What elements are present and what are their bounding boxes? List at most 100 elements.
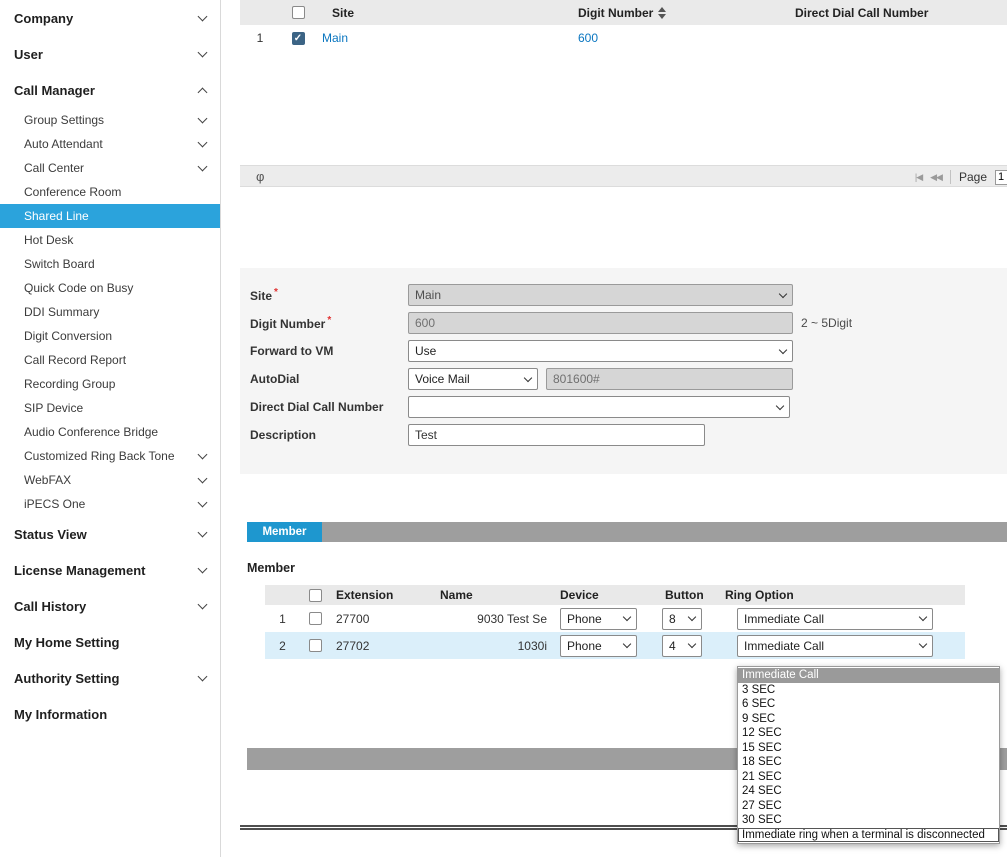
column-header-button: Button [665, 588, 704, 602]
chevron-down-icon [197, 473, 208, 483]
chevron-down-icon [622, 639, 632, 649]
dropdown-option[interactable]: 6 SEC [738, 697, 999, 712]
first-page-icon[interactable]: |◀ [915, 172, 923, 183]
sidebar-item-ipecs-one[interactable]: iPECS One [0, 492, 220, 516]
pager-divider [949, 170, 951, 184]
device-select[interactable]: Phone [560, 634, 637, 657]
sidebar-item-license-management[interactable]: License Management [0, 552, 220, 588]
sidebar-item-quick-code-on-busy[interactable]: Quick Code on Busy [0, 276, 220, 300]
chevron-down-icon [687, 639, 697, 649]
sidebar-item-call-center[interactable]: Call Center [0, 156, 220, 180]
autodial-mode-select[interactable]: Voice Mail [408, 368, 538, 390]
sidebar-item-auto-attendant[interactable]: Auto Attendant [0, 132, 220, 156]
site-select: Main [408, 284, 793, 306]
member-row-checkbox[interactable] [308, 639, 322, 652]
form-row-direct-dial: Direct Dial Call Number [250, 393, 1007, 421]
sidebar-item-my-information[interactable]: My Information [0, 696, 220, 732]
sidebar-item-authority-setting[interactable]: Authority Setting [0, 660, 220, 696]
row-index: 1 [256, 31, 264, 45]
direct-dial-select[interactable] [408, 396, 790, 418]
description-label: Description [250, 428, 317, 442]
sidebar-item-my-home-setting[interactable]: My Home Setting [0, 624, 220, 660]
sidebar-item-company[interactable]: Company [0, 0, 220, 36]
chevron-down-icon [197, 449, 208, 459]
chevron-down-icon [197, 113, 208, 123]
sidebar-item-status-view[interactable]: Status View [0, 516, 220, 552]
dropdown-option[interactable]: 27 SEC [738, 799, 999, 814]
refresh-icon[interactable]: φ [256, 169, 264, 184]
dropdown-option[interactable]: 3 SEC [738, 683, 999, 698]
column-header-direct-dial: Direct Dial Call Number [795, 5, 929, 20]
chevron-down-icon [197, 527, 208, 537]
button-select[interactable]: 8 [662, 607, 702, 630]
dropdown-option[interactable]: 15 SEC [738, 741, 999, 756]
form-row-forward-to-vm: Forward to VM Use [250, 337, 1007, 365]
digit-number-input [408, 312, 793, 334]
device-select[interactable]: Phone [560, 607, 637, 630]
row-checkbox[interactable] [291, 31, 305, 45]
ring-option-select[interactable]: Immediate Call [737, 607, 933, 630]
sort-icon[interactable] [658, 6, 667, 19]
sidebar-item-webfax[interactable]: WebFAX [0, 468, 220, 492]
column-header-device: Device [560, 588, 599, 602]
column-header-digit-number: Digit Number [560, 6, 780, 20]
site-link[interactable]: Main [316, 31, 560, 45]
tab-member[interactable]: Member [247, 522, 322, 542]
sidebar-item-recording-group[interactable]: Recording Group [0, 372, 220, 396]
chevron-up-icon [197, 87, 208, 97]
member-tab-bar: Member [247, 522, 1007, 542]
sidebar-item-user[interactable]: User [0, 36, 220, 72]
chevron-down-icon [197, 563, 208, 573]
sidebar-item-group-settings[interactable]: Group Settings [0, 108, 220, 132]
ring-option-select[interactable]: Immediate Call [737, 634, 933, 657]
chevron-down-icon [197, 599, 208, 609]
sidebar-item-conference-room[interactable]: Conference Room [0, 180, 220, 204]
dropdown-option[interactable]: 18 SEC [738, 755, 999, 770]
chevron-down-icon [197, 47, 208, 57]
extension-value: 27702 [336, 638, 370, 653]
dropdown-option[interactable]: 21 SEC [738, 770, 999, 785]
description-input[interactable] [408, 424, 705, 446]
sidebar-item-sip-device[interactable]: SIP Device [0, 396, 220, 420]
chevron-down-icon [687, 612, 697, 622]
sidebar-item-call-manager[interactable]: Call Manager [0, 72, 220, 108]
dropdown-option[interactable]: 12 SEC [738, 726, 999, 741]
digit-number-label: Digit Number [250, 317, 326, 331]
shared-line-list-table: Site Digit Number Direct Dial Call Numbe… [240, 0, 1007, 51]
page-input[interactable] [995, 169, 1007, 185]
member-row-checkbox[interactable] [308, 612, 322, 625]
select-all-checkbox[interactable] [291, 6, 305, 19]
forward-to-vm-select[interactable]: Use [408, 340, 793, 362]
sidebar-item-ddi-summary[interactable]: DDI Summary [0, 300, 220, 324]
member-row: 1 27700 9030 Test Se Phone 8 Immediate C… [265, 605, 965, 632]
sidebar-item-shared-line[interactable]: Shared Line [0, 204, 220, 228]
digit-number-link[interactable]: 600 [560, 31, 780, 45]
sidebar-item-call-history[interactable]: Call History [0, 588, 220, 624]
table-row: 1 Main 600 [240, 25, 1007, 51]
member-select-all-checkbox[interactable] [308, 588, 322, 602]
button-select[interactable]: 4 [662, 634, 702, 657]
sidebar-item-hot-desk[interactable]: Hot Desk [0, 228, 220, 252]
sidebar-item-switch-board[interactable]: Switch Board [0, 252, 220, 276]
chevron-down-icon [622, 612, 632, 622]
dropdown-option[interactable]: Immediate Call [738, 668, 999, 683]
dropdown-option[interactable]: Immediate ring when a terminal is discon… [738, 828, 999, 843]
chevron-down-icon [197, 671, 208, 681]
sidebar-item-digit-conversion[interactable]: Digit Conversion [0, 324, 220, 348]
sidebar-item-audio-conference-bridge[interactable]: Audio Conference Bridge [0, 420, 220, 444]
chevron-down-icon [197, 497, 208, 507]
pagination: |◀ ◀◀ Page [915, 166, 1007, 188]
shared-line-form: Site* Main Digit Number* 2 ~ 5Digit Forw… [240, 268, 1007, 474]
name-value: 9030 Test Se [477, 611, 547, 626]
sidebar-item-customized-ring-back-tone[interactable]: Customized Ring Back Tone [0, 444, 220, 468]
member-heading: Member [247, 561, 295, 575]
dropdown-option[interactable]: 30 SEC [738, 813, 999, 828]
sidebar-item-call-record-report[interactable]: Call Record Report [0, 348, 220, 372]
digit-number-hint: 2 ~ 5Digit [801, 316, 853, 330]
chevron-down-icon [918, 612, 928, 622]
dropdown-option[interactable]: 24 SEC [738, 784, 999, 799]
form-row-description: Description [250, 421, 1007, 449]
forward-to-vm-label: Forward to VM [250, 344, 334, 358]
prev-page-icon[interactable]: ◀◀ [930, 172, 943, 183]
dropdown-option[interactable]: 9 SEC [738, 712, 999, 727]
